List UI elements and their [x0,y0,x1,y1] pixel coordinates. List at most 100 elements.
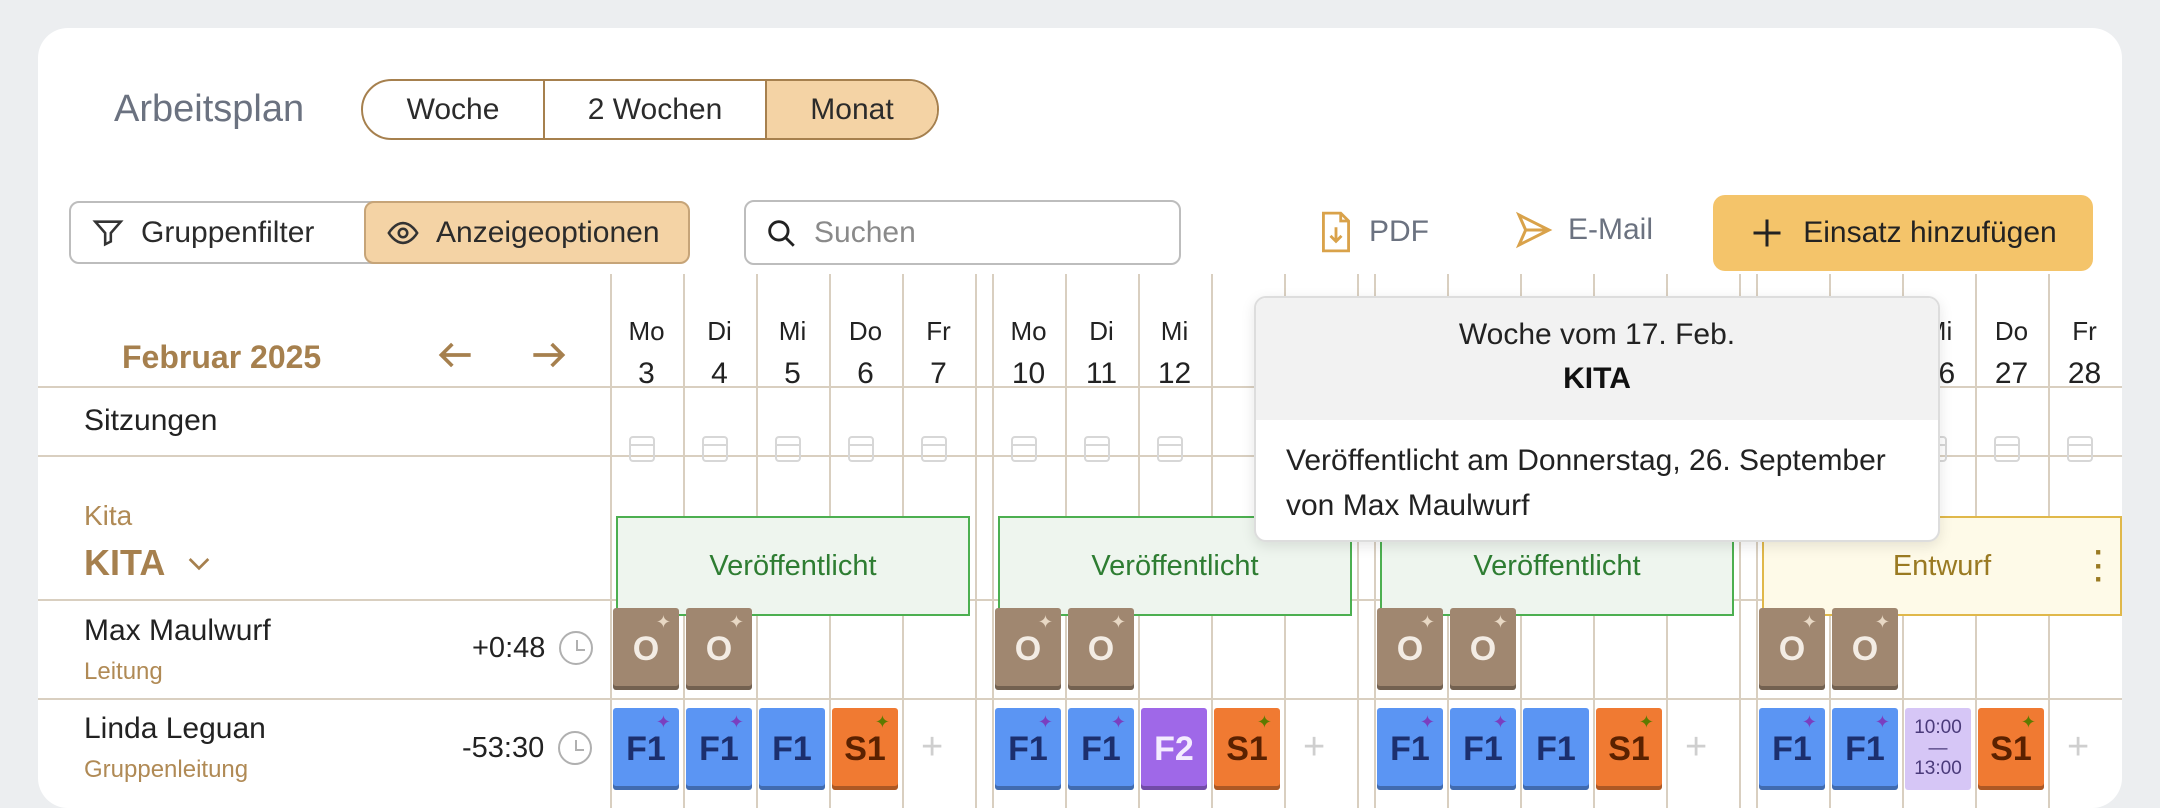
tooltip-header: Woche vom 17. Feb. KITA [1256,298,1938,420]
sparkle-icon: ✦ [1037,612,1053,632]
view-switcher: Woche 2 Wochen Monat [361,79,939,140]
calendar-icon[interactable] [702,436,728,462]
group-filter-button[interactable]: Gruppenfilter [69,201,387,264]
tooltip-group: KITA [1563,362,1631,395]
balance-value: -53:30 [462,731,545,764]
employee-name[interactable]: Max Maulwurf [84,614,271,648]
hours-balance[interactable]: +0:48 [472,631,594,665]
day-header: Mi 12 [1157,316,1192,390]
prev-month-button[interactable] [434,333,478,385]
day-header: Do 6 [848,316,883,390]
calendar-icon[interactable] [848,436,874,462]
shift-tile[interactable]: O ✦ [1832,608,1898,690]
shift-tile[interactable]: F1 ✦ [1450,708,1516,790]
pdf-download-icon [1322,211,1350,253]
balance-value: +0:48 [472,631,546,664]
group-caption: Kita [84,500,133,531]
calendar-icon[interactable] [921,436,947,462]
add-shift-cell[interactable]: + [2067,726,2089,769]
page-title: Arbeitsplan [114,88,305,130]
sparkle-icon: ✦ [1801,712,1817,732]
sparkle-icon: ✦ [1256,712,1272,732]
sparkle-icon: ✦ [1419,712,1435,732]
week-tooltip: Woche vom 17. Feb. KITA Veröffentlicht a… [1254,296,1940,542]
search-input[interactable] [814,215,1134,250]
calendar-icon[interactable] [2067,436,2093,462]
employee-row-linda: Linda Leguan Gruppenleitung [84,712,266,784]
shift-tile[interactable]: O ✦ [686,608,752,690]
calendar-icon[interactable] [629,436,655,462]
email-button[interactable]: E-Mail [1514,210,1653,250]
shift-tile[interactable]: F2 [1141,708,1207,790]
shift-tile[interactable]: F1 [1523,708,1589,790]
tooltip-author-line: von Max Maulwurf [1286,489,1530,522]
day-header: Mo 3 [628,316,665,390]
shift-tile[interactable]: F1 ✦ [613,708,679,790]
shift-tile[interactable]: O ✦ [1377,608,1443,690]
search-field[interactable] [744,200,1181,265]
sparkle-icon: ✦ [1110,712,1126,732]
employee-row-max: Max Maulwurf Leitung [84,614,271,686]
calendar-icon[interactable] [775,436,801,462]
sparkle-icon: ✦ [655,612,671,632]
pdf-label: PDF [1369,215,1429,248]
week-status-label: Entwurf [1892,549,1992,582]
shift-tile[interactable]: S1 ✦ [1214,708,1280,790]
calendar-icon[interactable] [1157,436,1183,462]
shift-tile[interactable]: S1 ✦ [832,708,898,790]
add-shift-button[interactable]: Einsatz hinzufügen [1713,195,2093,271]
group-filter-label: Gruppenfilter [141,215,315,249]
shift-tile[interactable]: F1 ✦ [995,708,1061,790]
shift-tile[interactable]: O ✦ [1759,608,1825,690]
add-shift-cell[interactable]: + [921,726,943,769]
add-shift-cell[interactable]: + [1685,726,1707,769]
employee-role: Leitung [84,658,163,685]
shift-tile[interactable]: F1 [759,708,825,790]
shift-tile[interactable]: F1 ✦ [1759,708,1825,790]
plus-icon [1753,219,1781,247]
group-selector[interactable]: KITA [84,542,215,584]
add-shift-cell[interactable]: + [1303,726,1325,769]
shift-tile[interactable]: S1 ✦ [1596,708,1662,790]
employee-role: Gruppenleitung [84,756,249,783]
day-header: Mo 10 [1010,316,1047,390]
shift-tile[interactable]: O ✦ [613,608,679,690]
schedule-card: Arbeitsplan Woche 2 Wochen Monat Gruppen… [38,28,2122,808]
display-options-label: Anzeigeoptionen [436,215,660,249]
shift-tile[interactable]: F1 ✦ [1068,708,1134,790]
sparkle-icon: ✦ [1874,612,1890,632]
employee-name[interactable]: Linda Leguan [84,712,266,746]
sessions-label: Sitzungen [84,404,218,437]
sparkle-icon: ✦ [1110,612,1126,632]
sparkle-icon: ✦ [655,712,671,732]
shift-tile[interactable]: F1 ✦ [1377,708,1443,790]
search-icon [768,219,795,247]
calendar-icon[interactable] [1011,436,1037,462]
arrow-left-icon [438,342,471,368]
shift-tile[interactable]: O ✦ [995,608,1061,690]
kebab-menu-icon[interactable]: · · · [2094,538,2104,595]
send-icon [1515,211,1553,249]
shift-tile[interactable]: F1 ✦ [686,708,752,790]
calendar-icon[interactable] [1994,436,2020,462]
sparkle-icon: ✦ [874,712,890,732]
day-header: Fr 28 [2067,316,2102,390]
week-status-published[interactable]: Veröffentlicht [616,516,970,616]
next-month-button[interactable] [526,333,570,385]
funnel-icon [92,219,124,246]
shift-tile-time[interactable]: 10:00—13:00 [1905,708,1971,790]
pdf-export-button[interactable]: PDF [1317,210,1429,254]
shift-tile[interactable]: O ✦ [1068,608,1134,690]
calendar-icon[interactable] [1084,436,1110,462]
shift-tile[interactable]: O ✦ [1450,608,1516,690]
tab-week[interactable]: Woche [363,81,545,138]
display-options-button[interactable]: Anzeigeoptionen [364,201,690,264]
shift-tile[interactable]: S1 ✦ [1978,708,2044,790]
hours-balance[interactable]: -53:30 [462,731,593,765]
tab-month[interactable]: Monat [767,81,937,138]
tooltip-published-line: Veröffentlicht am Donnerstag, 26. Septem… [1286,444,1886,477]
day-header: Di 11 [1085,316,1118,390]
day-header: Do 27 [1994,316,2029,390]
tab-two-weeks[interactable]: 2 Wochen [545,81,767,138]
shift-tile[interactable]: F1 ✦ [1832,708,1898,790]
